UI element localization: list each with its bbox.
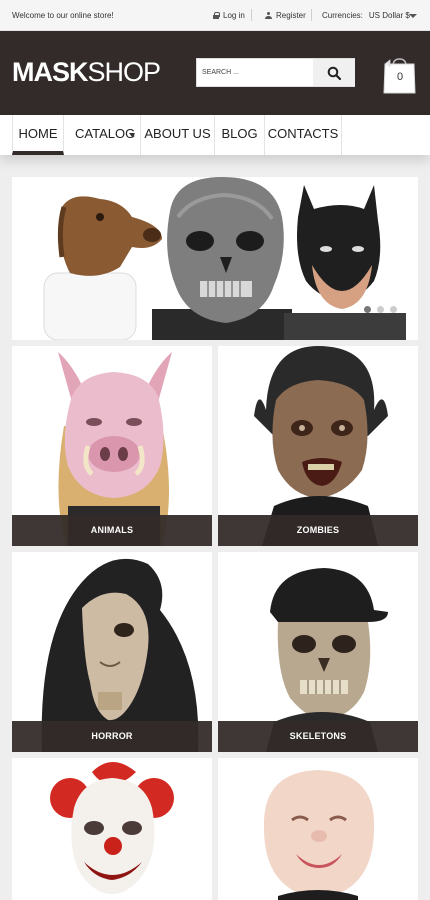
cart-button[interactable]: 0 <box>382 56 417 94</box>
register-label: Register <box>276 11 306 20</box>
nav-label: BLOG <box>221 126 258 141</box>
category-tile-zombies[interactable]: ZOMBIES <box>218 346 418 546</box>
user-icon <box>265 12 272 19</box>
category-label: SKELETONS <box>218 721 418 752</box>
logo-light-text: SHOP <box>87 57 162 87</box>
divider <box>311 9 312 21</box>
divider <box>251 9 252 21</box>
category-tile-horror[interactable]: HORROR <box>12 552 212 752</box>
nav-item-contacts[interactable]: CONTACTS <box>265 115 342 155</box>
search-input[interactable] <box>197 59 313 86</box>
hero-slider[interactable] <box>12 177 418 340</box>
nav-item-home[interactable]: HOME <box>12 115 64 155</box>
slider-dot[interactable] <box>390 306 397 313</box>
nav-label: HOME <box>18 126 58 141</box>
category-tile-skeletons[interactable]: SKELETONS <box>218 552 418 752</box>
chevron-down-icon[interactable] <box>129 133 135 137</box>
slider-dot[interactable] <box>377 306 384 313</box>
nav-label: ABOUT US <box>144 126 211 141</box>
nav-item-about[interactable]: ABOUT US <box>141 115 215 155</box>
search-button[interactable] <box>313 59 355 86</box>
logo[interactable]: MASKSHOP <box>12 57 162 88</box>
currency-value: US Dollar $ <box>368 11 410 20</box>
category-image <box>218 758 418 900</box>
nav-item-blog[interactable]: BLOG <box>215 115 265 155</box>
category-tile-clowns[interactable] <box>12 758 212 900</box>
slider-dots <box>364 306 397 313</box>
site-header: MASKSHOP 0 <box>0 31 430 115</box>
hero-slide-image <box>12 177 418 340</box>
welcome-text: Welcome to our online store! <box>12 11 114 20</box>
logo-bold-text: MASK <box>12 57 88 87</box>
register-link[interactable]: Register <box>265 11 306 20</box>
cart-count: 0 <box>396 71 404 83</box>
top-bar: Welcome to our online store! Log in Regi… <box>0 0 430 31</box>
category-label: ZOMBIES <box>218 515 418 546</box>
category-tile-animals[interactable]: ANIMALS <box>12 346 212 546</box>
currency-label: Currencies: <box>322 11 363 20</box>
login-label: Log in <box>223 11 245 20</box>
slider-dot[interactable] <box>364 306 371 313</box>
nav-label: CONTACTS <box>267 126 339 141</box>
category-tile-babies[interactable] <box>218 758 418 900</box>
lock-icon <box>213 12 220 19</box>
category-image <box>12 758 212 900</box>
login-link[interactable]: Log in <box>213 11 245 20</box>
nav-label: CATALOG <box>75 126 136 141</box>
search-box <box>196 58 355 87</box>
search-icon <box>327 66 341 80</box>
currency-selector[interactable]: Currencies: US Dollar $ <box>322 11 410 20</box>
category-label: HORROR <box>12 721 212 752</box>
chevron-down-icon[interactable] <box>409 14 417 18</box>
category-label: ANIMALS <box>12 515 212 546</box>
main-nav: HOME CATALOG ABOUT US BLOG CONTACTS <box>0 115 430 155</box>
